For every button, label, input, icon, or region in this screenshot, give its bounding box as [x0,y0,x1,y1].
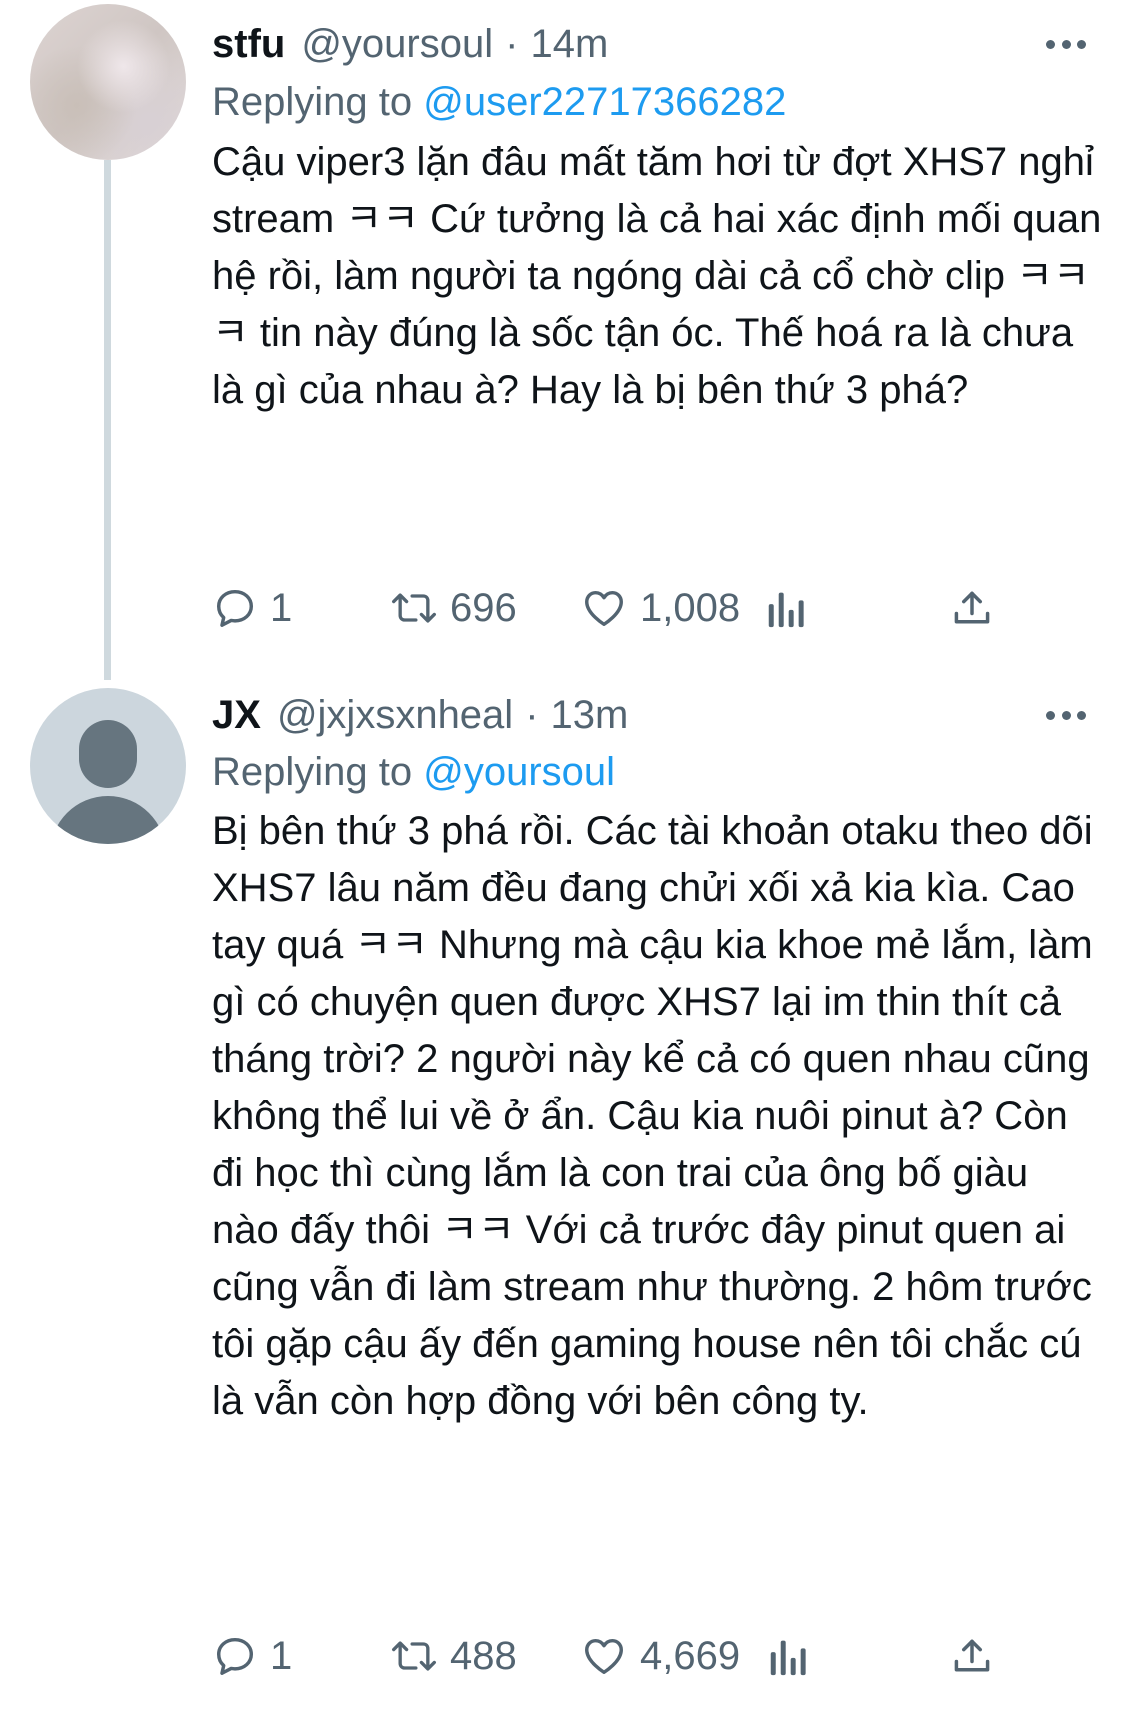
avatar-body-shape [50,796,166,844]
retweet-button[interactable]: 696 [390,578,517,638]
timestamp[interactable]: 13m [551,689,629,741]
avatar-head-shape [79,720,137,788]
speech-bubble-icon [216,589,254,627]
tweet-text: Bị bên thứ 3 phá rồi. Các tài khoản otak… [212,809,1093,1423]
replying-label: Replying to [212,80,413,124]
heart-icon [585,1638,623,1675]
more-dots-icon[interactable] [1046,38,1086,50]
analytics-button[interactable] [766,578,806,638]
retweet-arrows-icon [392,593,436,623]
replying-to: Replying to @yoursoul [212,744,615,800]
like-button[interactable]: 4,669 [580,1626,740,1686]
reply-count: 1 [270,585,293,630]
share-upload-icon [954,1639,990,1672]
replying-mention-link[interactable]: @user22717366282 [423,80,786,124]
retweet-arrows-icon [392,1641,436,1671]
tweet-text: Cậu viper3 lặn đâu mất tăm hơi từ đợt XH… [212,140,1102,412]
timestamp[interactable]: 14m [530,18,608,70]
replying-to: Replying to @user22717366282 [212,74,786,130]
replying-label: Replying to [212,750,413,794]
display-name[interactable]: JX [212,689,261,741]
speech-bubble-icon [216,1637,254,1675]
like-button[interactable]: 1,008 [580,578,740,638]
tweet-1[interactable]: stfu @yoursoul · 14m Replying to @user22… [0,0,1125,680]
share-button[interactable] [950,578,994,638]
reply-count: 1 [270,1633,293,1678]
bar-chart-icon [768,592,804,628]
like-count: 4,669 [640,1633,741,1678]
heart-icon [585,590,623,627]
avatar[interactable] [30,4,186,160]
avatar-default-profile[interactable] [30,688,186,844]
like-count: 1,008 [640,585,741,630]
tweet-actions: 1 696 1,008 [212,578,1092,638]
replying-mention-link[interactable]: @yoursoul [423,750,615,794]
reply-button[interactable]: 1 [212,578,292,638]
bar-chart-icon [770,1640,806,1676]
retweet-count: 696 [450,585,517,630]
retweet-count: 488 [450,1633,517,1678]
tweet-header: stfu @yoursoul · 14m [212,18,608,70]
separator-dot: · [505,22,519,66]
separator-dot: · [525,693,539,737]
user-handle[interactable]: @jxjxsxnheal [277,689,513,741]
analytics-button[interactable] [768,1626,808,1686]
tweet-actions: 1 488 4,669 [212,1626,1092,1686]
tweet-header: JX @jxjxsxnheal · 13m [212,689,628,741]
more-dots-icon[interactable] [1046,709,1086,721]
tweet-2[interactable]: JX @jxjxsxnheal · 13m Replying to @yours… [0,680,1125,1712]
share-upload-icon [954,591,990,624]
reply-button[interactable]: 1 [212,1626,292,1686]
retweet-button[interactable]: 488 [390,1626,517,1686]
display-name[interactable]: stfu [212,18,285,70]
share-button[interactable] [950,1626,994,1686]
user-handle[interactable]: @yoursoul [301,18,493,70]
